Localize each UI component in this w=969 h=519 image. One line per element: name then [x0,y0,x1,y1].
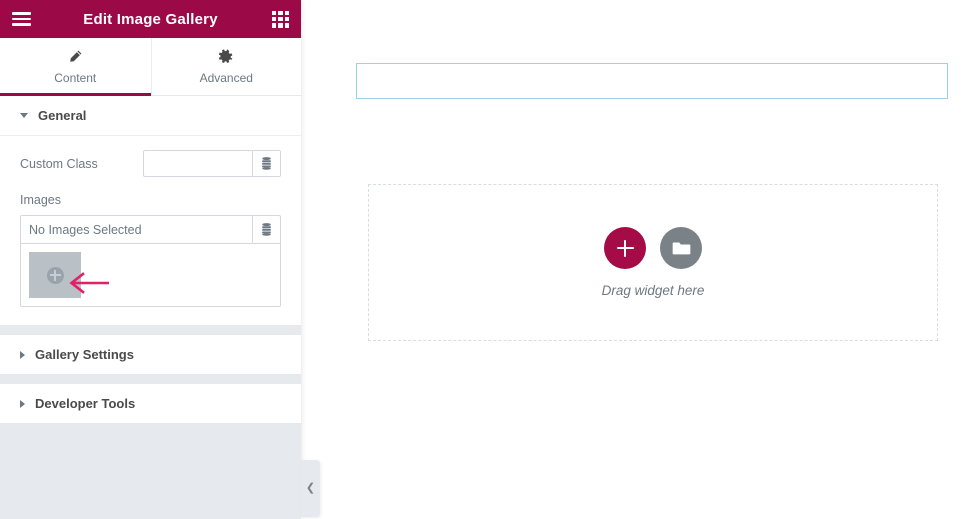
section-developer-tools: Developer Tools [0,383,301,424]
hamburger-icon[interactable] [12,12,31,26]
tab-content[interactable]: Content [0,38,151,96]
panel-collapse-handle[interactable]: ❮ [301,460,320,517]
add-template-button[interactable] [660,227,702,269]
empty-section[interactable] [356,63,948,99]
field-images: Images No Images Selected [20,193,281,307]
section-general-body: Custom Class Images No Images Selected [0,135,301,325]
custom-class-input-group [143,150,281,177]
app-grid-icon[interactable] [272,10,289,28]
section-general-title: General [38,108,87,123]
editor-canvas: Drag widget here [301,0,969,518]
chevron-right-icon [20,399,25,408]
images-control: No Images Selected [20,215,281,307]
custom-class-label: Custom Class [20,156,98,171]
dropzone-label: Drag widget here [601,283,705,298]
folder-icon [672,242,690,255]
panel-tabs: Content Advanced [0,38,301,96]
images-selected-text[interactable]: No Images Selected [21,216,252,243]
add-widget-button[interactable] [604,227,646,269]
images-label: Images [20,193,61,207]
panel-header: Edit Image Gallery [0,0,301,38]
section-gallery-settings-header[interactable]: Gallery Settings [0,335,301,374]
dynamic-tags-icon[interactable] [252,151,280,176]
section-gallery-settings-title: Gallery Settings [35,347,134,362]
panel-body: General Custom Class Images No Images Se… [0,96,301,519]
editor-panel: Edit Image Gallery Content Advanced Gene… [0,0,301,519]
image-placeholder-thumbnail[interactable] [29,252,81,298]
tab-advanced[interactable]: Advanced [150,38,302,95]
chevron-left-icon: ❮ [305,482,316,494]
field-custom-class: Custom Class [20,150,281,177]
image-placeholder-icon [46,266,64,284]
tab-content-label: Content [54,70,97,85]
widget-dropzone[interactable]: Drag widget here [368,184,938,341]
elementor-editor: Edit Image Gallery Content Advanced Gene… [0,0,969,519]
chevron-right-icon [20,350,25,359]
section-developer-tools-title: Developer Tools [35,396,136,411]
section-gallery-settings: Gallery Settings [0,334,301,375]
images-gallery-thumbnails [21,244,280,306]
custom-class-input[interactable] [144,151,252,176]
images-dynamic-tags-icon[interactable] [252,216,280,243]
section-developer-tools-header[interactable]: Developer Tools [0,384,301,423]
pencil-icon [67,49,83,65]
images-selector-row: No Images Selected [21,216,280,244]
section-general-header[interactable]: General [0,96,301,135]
page-title: Edit Image Gallery [83,10,218,28]
gear-icon [218,49,234,65]
plus-icon [616,239,634,257]
chevron-down-icon [20,113,28,118]
section-general: General Custom Class Images No Images Se… [0,96,301,326]
tab-advanced-label: Advanced [199,70,253,85]
dropzone-buttons [604,227,702,269]
